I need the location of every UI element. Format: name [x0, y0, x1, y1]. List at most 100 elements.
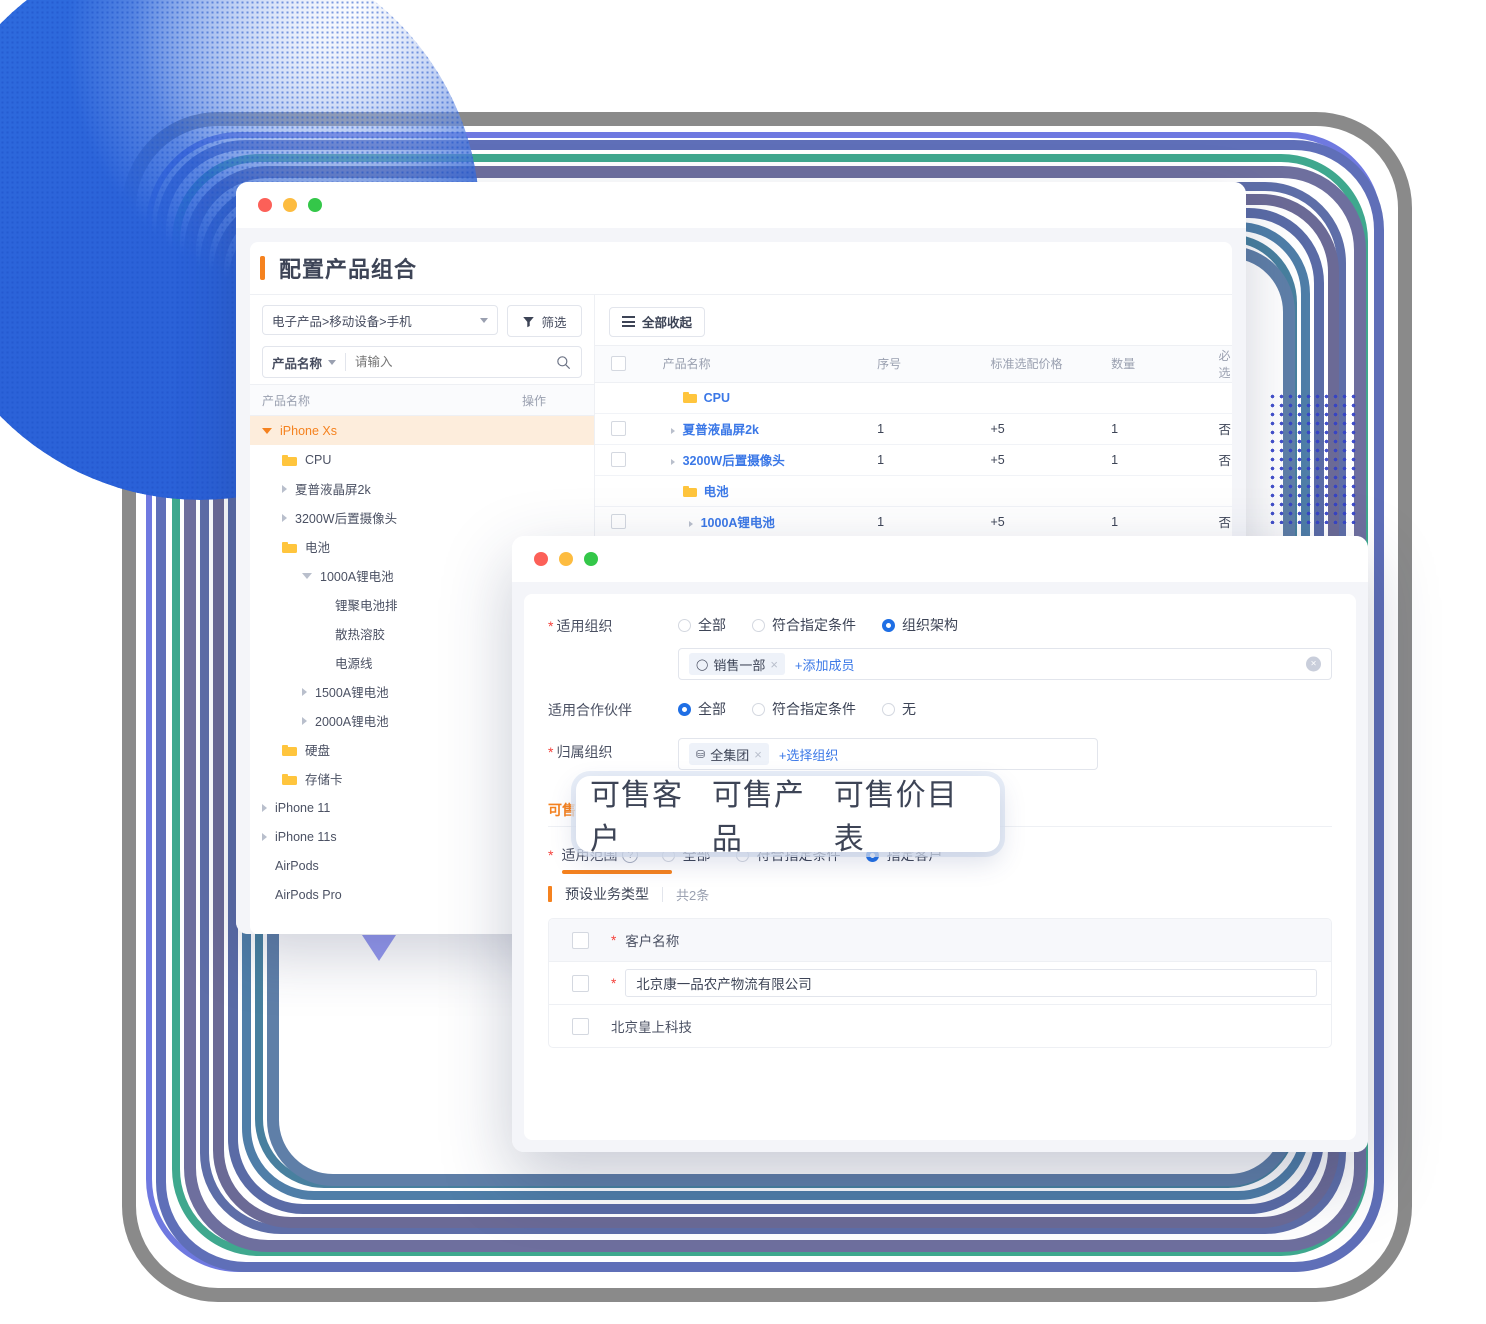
- collapse-all-button[interactable]: 全部收起: [609, 306, 706, 337]
- row-select-cell[interactable]: [595, 506, 649, 538]
- titlebar-window1: [236, 182, 1246, 228]
- row-checkbox[interactable]: [611, 452, 626, 468]
- maximize-button-icon[interactable]: [584, 552, 598, 566]
- tree-node[interactable]: 夏普液晶屏2k: [250, 474, 594, 503]
- radio-partner-scope-option[interactable]: 符合指定条件: [752, 699, 856, 719]
- collapse-bar: 全部收起: [595, 295, 1232, 345]
- tree-node[interactable]: iPhone Xs: [250, 416, 594, 445]
- tree-node[interactable]: CPU: [250, 445, 594, 474]
- row-select-cell[interactable]: [595, 475, 649, 507]
- remove-tag-icon[interactable]: ×: [770, 657, 778, 672]
- caret-down-icon[interactable]: [302, 572, 312, 579]
- cell-name[interactable]: 3200W后置摄像头: [648, 444, 864, 476]
- radio-partner-scope-option[interactable]: 全部: [678, 699, 726, 719]
- row-checkbox[interactable]: [611, 421, 626, 437]
- tree-node[interactable]: 3200W后置摄像头: [250, 503, 594, 532]
- remove-tag-icon[interactable]: ×: [754, 747, 762, 762]
- row-checkbox[interactable]: [571, 1017, 589, 1035]
- folder-icon: [682, 486, 697, 497]
- customer-name-cell[interactable]: 北京皇上科技: [611, 1016, 1331, 1036]
- add-member-link[interactable]: +添加成员: [795, 655, 855, 674]
- row-checkbox[interactable]: [571, 974, 589, 992]
- customer-name-cell[interactable]: * 北京康一品农产物流有限公司: [611, 969, 1331, 997]
- minimize-button-icon[interactable]: [283, 198, 297, 212]
- table-row[interactable]: 电池: [595, 475, 1232, 507]
- section-title: 预设业务类型: [565, 886, 649, 902]
- owner-org-tag[interactable]: ⛁ 全集团 ×: [689, 743, 769, 765]
- caret-right-icon[interactable]: [262, 832, 267, 841]
- customer-row[interactable]: 北京皇上科技: [549, 1005, 1331, 1047]
- select-all-checkbox[interactable]: [571, 931, 589, 949]
- search-field-label: 产品名称: [272, 356, 323, 371]
- radio-org-scope-option[interactable]: 符合指定条件: [752, 615, 856, 635]
- row-select-cell[interactable]: [595, 413, 649, 445]
- caret-right-icon[interactable]: [302, 716, 307, 725]
- tab-magnified-1[interactable]: 可售产品: [712, 770, 834, 858]
- cell-name[interactable]: CPU: [648, 382, 864, 414]
- cell-price: +5: [976, 444, 1098, 476]
- org-tag-label: 销售一部: [713, 657, 766, 673]
- radio-indicator-icon[interactable]: [678, 618, 691, 632]
- row-checkbox[interactable]: [611, 514, 626, 530]
- folder-icon: [282, 541, 297, 553]
- customer-name-text: 北京皇上科技: [611, 1020, 692, 1035]
- table-row[interactable]: 1000A锂电池 1 +5 1 否: [595, 506, 1232, 538]
- caret-right-icon[interactable]: [262, 803, 267, 812]
- cell-sequence: [863, 382, 977, 414]
- required-marker: *: [611, 932, 617, 948]
- search-field-selector[interactable]: 产品名称: [263, 353, 345, 372]
- cell-name[interactable]: 夏普液晶屏2k: [648, 413, 864, 445]
- select-all-cell[interactable]: [549, 931, 611, 949]
- radio-indicator-icon[interactable]: [752, 702, 765, 716]
- row-select-cell[interactable]: [595, 444, 649, 476]
- caret-right-icon[interactable]: [282, 484, 287, 493]
- caret-right-icon[interactable]: [282, 513, 287, 522]
- select-all-checkbox[interactable]: [611, 356, 626, 372]
- caret-right-icon[interactable]: [688, 520, 693, 527]
- clear-input-icon[interactable]: ×: [1306, 656, 1321, 672]
- table-row[interactable]: 夏普液晶屏2k 1 +5 1 否: [595, 413, 1232, 445]
- header-select-all[interactable]: [595, 344, 649, 383]
- minimize-button-icon[interactable]: [559, 552, 573, 566]
- cell-price: [976, 382, 1098, 414]
- search-icon[interactable]: [556, 355, 581, 370]
- customer-name-input[interactable]: 北京康一品农产物流有限公司: [625, 969, 1317, 997]
- row-select-cell[interactable]: [549, 1017, 611, 1035]
- search-input[interactable]: [346, 355, 556, 369]
- caret-right-icon[interactable]: [670, 458, 675, 465]
- tab-magnified-0[interactable]: 可售客户: [590, 770, 712, 858]
- tabs-region: 可售客户可售产品可售价目表 可售客户可售产品可售价目表: [548, 776, 1332, 874]
- caret-right-icon[interactable]: [302, 687, 307, 696]
- table-row[interactable]: CPU: [595, 382, 1232, 414]
- radio-indicator-icon[interactable]: [752, 618, 765, 632]
- header-product-name: 产品名称: [648, 344, 864, 383]
- tree-node-label: 2000A锂电池: [315, 715, 389, 729]
- cell-name[interactable]: 1000A锂电池: [648, 506, 864, 538]
- radio-org-scope-option[interactable]: 全部: [678, 615, 726, 635]
- table-row[interactable]: 3200W后置摄像头 1 +5 1 否: [595, 444, 1232, 476]
- tab-magnified-2[interactable]: 可售价目表: [834, 770, 986, 858]
- close-button-icon[interactable]: [534, 552, 548, 566]
- org-member-input[interactable]: ◯ 销售一部 × +添加成员 ×: [678, 648, 1332, 680]
- category-select[interactable]: 电子产品>移动设备>手机: [262, 305, 498, 335]
- tree-node-label: 电源线: [335, 657, 373, 671]
- cell-name[interactable]: 电池: [648, 475, 864, 507]
- radio-indicator-icon[interactable]: [882, 618, 895, 632]
- org-tree-icon: ⛁: [696, 748, 706, 761]
- row-select-cell[interactable]: [595, 382, 649, 414]
- customer-row[interactable]: * 北京康一品农产物流有限公司: [549, 962, 1331, 1005]
- caret-down-icon[interactable]: [262, 427, 272, 434]
- radio-indicator-icon[interactable]: [882, 702, 895, 716]
- radio-org-scope-option[interactable]: 组织架构: [882, 615, 958, 635]
- caret-right-icon[interactable]: [670, 427, 675, 434]
- select-org-link[interactable]: +选择组织: [779, 745, 839, 764]
- radio-partner-scope-option[interactable]: 无: [882, 699, 916, 719]
- owner-org-input[interactable]: ⛁ 全集团 × +选择组织: [678, 738, 1098, 770]
- maximize-button-icon[interactable]: [308, 198, 322, 212]
- close-button-icon[interactable]: [258, 198, 272, 212]
- filter-button[interactable]: 筛选: [507, 305, 582, 337]
- control-org-scope: 全部 符合指定条件 组织架构 ◯ 销售一部 × +添加成员 ×: [678, 612, 1332, 680]
- radio-indicator-icon[interactable]: [678, 702, 691, 716]
- row-select-cell[interactable]: [549, 974, 611, 992]
- org-tag[interactable]: ◯ 销售一部 ×: [689, 653, 785, 675]
